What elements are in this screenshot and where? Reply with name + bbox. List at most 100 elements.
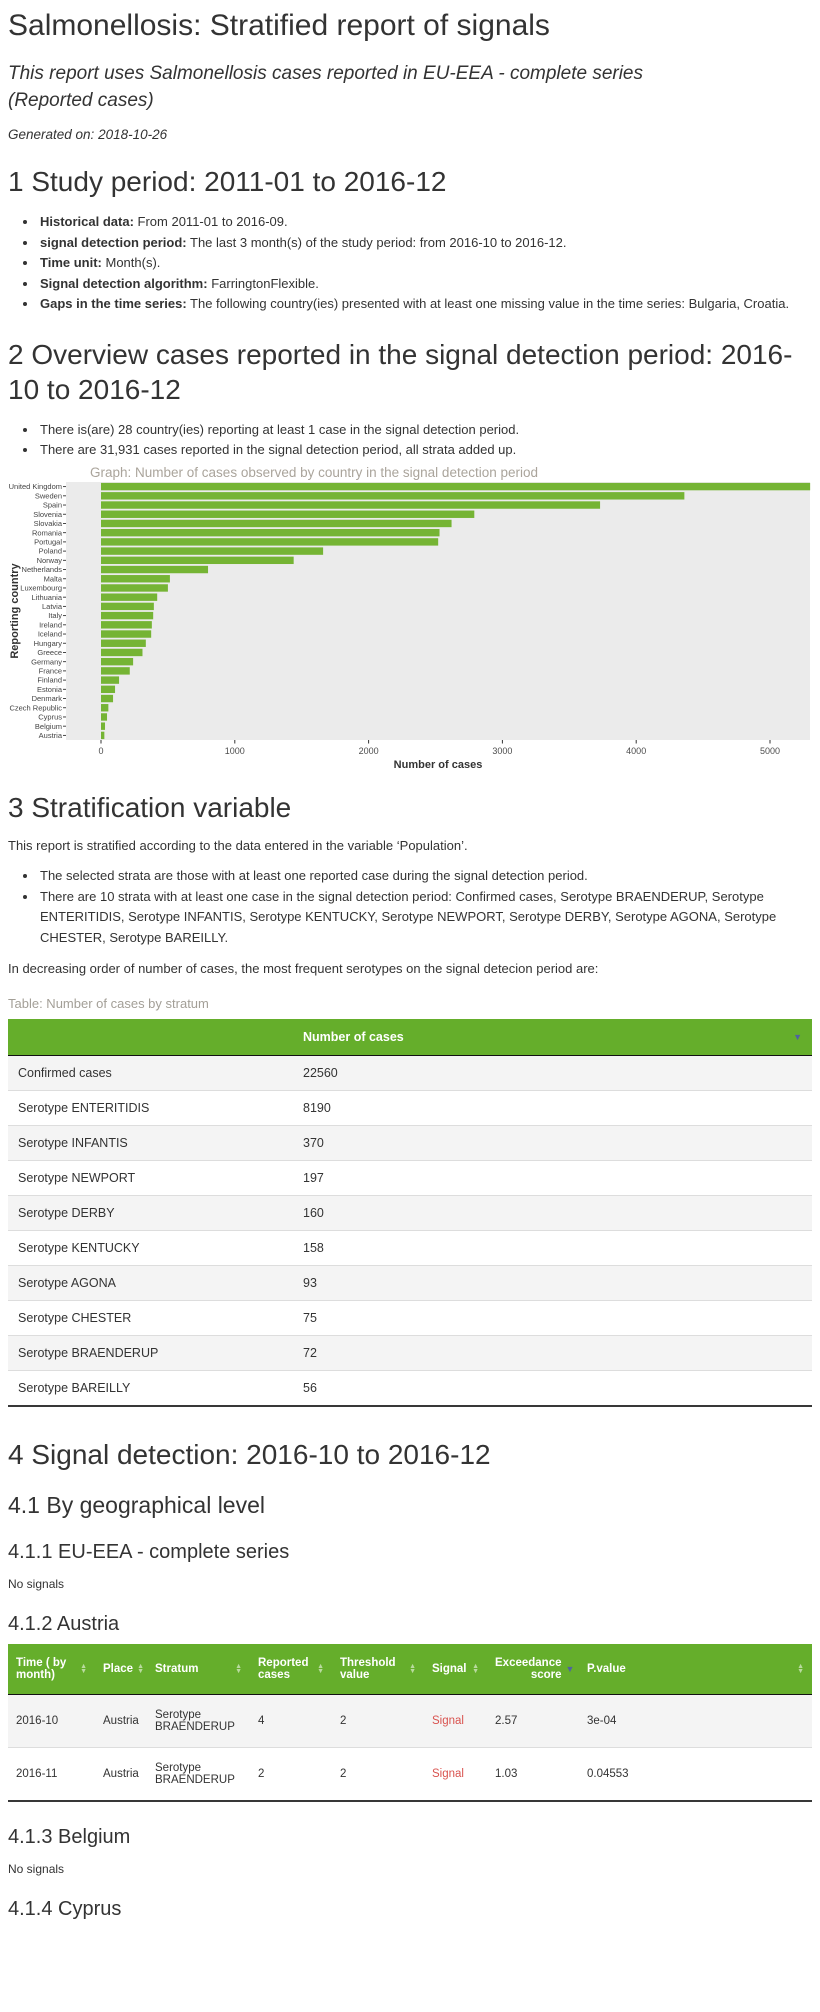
x-tick-label: 4000	[626, 746, 646, 756]
y-tick-label: Romania	[32, 528, 63, 537]
y-tick-label: Belgium	[35, 722, 62, 731]
bullet-text: There are 31,931 cases reported in the s…	[40, 442, 516, 457]
bar	[101, 667, 130, 674]
sort-icon[interactable]: ▲▼	[317, 1664, 324, 1675]
column-header-label: Place	[103, 1663, 133, 1675]
sort-desc-icon[interactable]: ▼	[793, 1033, 802, 1042]
sort-icon[interactable]: ▲▼	[137, 1664, 144, 1675]
bar	[101, 501, 600, 508]
generated-date: Generated on: 2018-10-26	[8, 127, 812, 142]
pvalue-cell: 0.04553	[579, 1748, 812, 1802]
y-tick-label: Austria	[39, 731, 63, 740]
section1-heading: 1 Study period: 2011-01 to 2016-12	[8, 164, 812, 199]
pvalue-column-header[interactable]: P.value▲▼	[579, 1644, 812, 1695]
y-tick-label: Lithuania	[32, 593, 63, 602]
sort-icon[interactable]: ▲▼	[472, 1664, 479, 1675]
bullet-text: The following country(ies) presented wit…	[187, 296, 789, 311]
bar	[101, 483, 810, 490]
bullet-lead: Time unit:	[40, 255, 102, 270]
table-row: Serotype INFANTIS370	[8, 1126, 812, 1161]
exceedance-cell: 1.03	[487, 1748, 579, 1802]
threshold-value-column-header[interactable]: Threshold value▲▼	[332, 1644, 424, 1695]
x-axis-label: Number of cases	[394, 759, 483, 771]
y-tick-label: Slovenia	[33, 510, 63, 519]
stratum-cell: Serotype KENTUCKY	[8, 1231, 293, 1266]
y-tick-label: Czech Republic	[9, 703, 62, 712]
cases-cell: 160	[293, 1196, 812, 1231]
time-column-header[interactable]: Time ( by month)▲▼	[8, 1644, 95, 1695]
sort-icon[interactable]: ▲▼	[80, 1664, 87, 1675]
place-column-header[interactable]: Place ▲▼	[95, 1644, 147, 1695]
bullet-lead: Historical data:	[40, 214, 134, 229]
bar	[101, 686, 115, 693]
y-tick-label: Greece	[37, 648, 62, 657]
threshold-cell: 2	[332, 1695, 424, 1748]
bullet-text: FarringtonFlexible.	[208, 276, 319, 291]
reported-cases-column-header[interactable]: Reported cases ▲▼	[250, 1644, 332, 1695]
bar	[101, 704, 108, 711]
list-item: There is(are) 28 country(ies) reporting …	[38, 420, 812, 441]
bar	[101, 695, 113, 702]
bar	[101, 639, 146, 646]
x-tick-label: 2000	[359, 746, 379, 756]
column-header-label: Exceedance score	[495, 1657, 562, 1681]
stratum-cell: Serotype ENTERITIDIS	[8, 1091, 293, 1126]
exceedance-score-column-header[interactable]: Exceedance score ▼	[487, 1644, 579, 1695]
section413-heading: 4.1.3 Belgium	[8, 1826, 812, 1849]
chart-title: Graph: Number of cases observed by count…	[90, 465, 538, 480]
section412-heading: 4.1.2 Austria	[8, 1613, 812, 1636]
time-cell: 2016-11	[8, 1748, 95, 1802]
y-tick-label: Malta	[44, 574, 63, 583]
sort-icon[interactable]: ▲▼	[235, 1664, 242, 1675]
cases-cell: 197	[293, 1161, 812, 1196]
cases-cell: 56	[293, 1371, 812, 1407]
exceedance-cell: 2.57	[487, 1695, 579, 1748]
sort-desc-icon[interactable]: ▼	[566, 1665, 575, 1674]
sort-icon[interactable]: ▲▼	[409, 1664, 416, 1675]
list-item: There are 31,931 cases reported in the s…	[38, 440, 812, 461]
stratum-cell: Serotype DERBY	[8, 1196, 293, 1231]
place-cell: Austria	[95, 1695, 147, 1748]
bar	[101, 713, 107, 720]
bullet-lead: Gaps in the time series:	[40, 296, 187, 311]
cases-cell: 75	[293, 1301, 812, 1336]
bar	[101, 575, 170, 582]
number-of-cases-column-header[interactable]: Number of cases ▼	[293, 1019, 812, 1056]
bullet-text: From 2011-01 to 2016-09.	[134, 214, 288, 229]
place-cell: Austria	[95, 1748, 147, 1802]
bar	[101, 566, 208, 573]
bar	[101, 612, 153, 619]
y-axis-label: Reporting country	[9, 562, 21, 658]
cases-cell: 93	[293, 1266, 812, 1301]
section41-heading: 4.1 By geographical level	[8, 1492, 812, 1519]
x-tick-label: 0	[98, 746, 103, 756]
list-item: The selected strata are those with at le…	[38, 866, 812, 887]
table-row: Serotype AGONA93	[8, 1266, 812, 1301]
bar	[101, 593, 157, 600]
signal-column-header[interactable]: Signal▲▼	[424, 1644, 487, 1695]
stratum-cell: Serotype BRAENDERUP	[8, 1336, 293, 1371]
stratum-column-header[interactable]: Stratum▲▼	[147, 1644, 250, 1695]
column-header-label: Reported cases	[258, 1657, 313, 1681]
section3-heading: 3 Stratification variable	[8, 790, 812, 825]
bullet-text: Month(s).	[102, 255, 161, 270]
bar	[101, 529, 440, 536]
y-tick-label: Luxembourg	[20, 583, 62, 592]
sort-icon[interactable]: ▲▼	[797, 1664, 804, 1675]
stratification-intro: This report is stratified according to t…	[8, 837, 812, 855]
y-tick-label: Spain	[43, 501, 62, 510]
y-tick-label: Germany	[31, 657, 62, 666]
stratum-column-header[interactable]	[8, 1019, 293, 1056]
bullet-text: There is(are) 28 country(ies) reporting …	[40, 422, 519, 437]
bar	[101, 510, 474, 517]
signal-cell: Signal	[424, 1748, 487, 1802]
stratum-cell: Confirmed cases	[8, 1056, 293, 1091]
no-signals-text: No signals	[8, 1862, 812, 1876]
table-row: 2016-10AustriaSerotype BRAENDERUP42Signa…	[8, 1695, 812, 1748]
bar	[101, 732, 104, 739]
bullet-text: The last 3 month(s) of the study period:…	[187, 235, 567, 250]
y-tick-label: Finland	[37, 676, 62, 685]
reported-cell: 4	[250, 1695, 332, 1748]
y-tick-label: United Kingdom	[9, 482, 62, 491]
table-header-row: Time ( by month)▲▼ Place ▲▼ Stratum▲▼ Rep…	[8, 1644, 812, 1695]
